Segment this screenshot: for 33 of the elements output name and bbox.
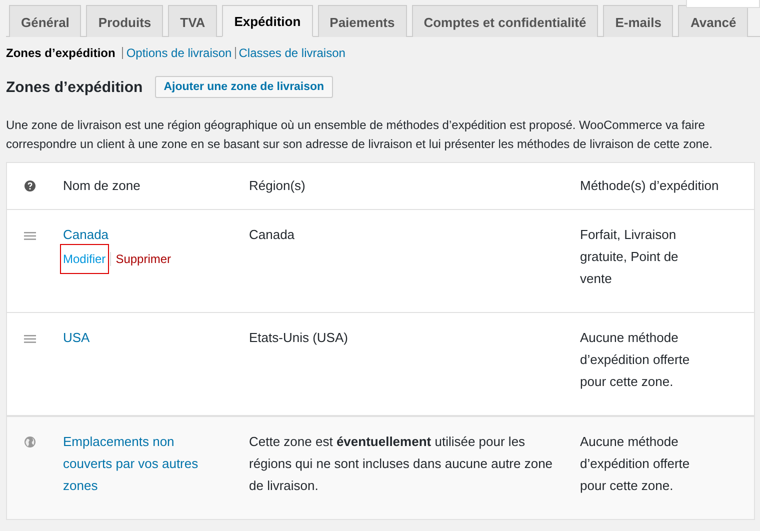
- description: Une zone de livraison est une région géographique où un ensemble de méthodes d’expédition est proposé. WooCommerce va faire correspondre un client à une zone en se basant sur son adresse de livraison et lui présenter les méthodes de livraison de cette zone.: [6, 117, 714, 153]
- methods-text: Forfait, Livraison gratuite, Point de vente: [580, 226, 680, 288]
- input-field[interactable]: [686, 0, 760, 8]
- zone-name-link[interactable]: Emplacements non couverts par vos autres zones: [63, 431, 205, 497]
- tab[interactable]: TVA: [168, 5, 218, 37]
- tab[interactable]: Expédition: [222, 5, 313, 37]
- tab[interactable]: Paiements: [318, 5, 407, 37]
- tab[interactable]: Avancé: [678, 5, 748, 37]
- tab[interactable]: Comptes et confidentialité: [412, 5, 598, 37]
- tab[interactable]: Produits: [86, 5, 164, 37]
- methods-text: Aucune méthode d’expédition offerte pour cette zone.: [580, 329, 691, 391]
- region-text: Canada: [249, 226, 296, 244]
- delete-link[interactable]: Supprimer: [114, 249, 172, 269]
- tab[interactable]: Général: [9, 5, 82, 37]
- region-text: Etats-Unis (USA): [249, 329, 349, 347]
- page-heading: Zones d’expédition: [6, 78, 143, 96]
- zone-name-link[interactable]: Canada: [63, 224, 205, 246]
- zone-name-link[interactable]: USA: [63, 327, 205, 349]
- tab[interactable]: E-mails: [603, 5, 674, 37]
- drag-handle-icon[interactable]: [24, 335, 36, 343]
- help-icon: [24, 180, 36, 192]
- add-zone-button[interactable]: Ajouter une zone de livraison: [154, 76, 334, 98]
- subnav-link[interactable]: Classes de livraison: [234, 47, 346, 59]
- column-header: Nom de zone: [63, 177, 142, 195]
- globe-icon: [24, 436, 36, 448]
- drag-handle-icon[interactable]: [24, 232, 36, 240]
- column-header: Méthode(s) d’expédition: [580, 177, 720, 195]
- subnav-link[interactable]: Zones d’expédition: [6, 46, 116, 60]
- subnav-link[interactable]: Options de livraison: [122, 47, 232, 59]
- column-header: Région(s): [249, 177, 306, 195]
- methods-text: Aucune méthode d’expédition offerte pour cette zone.: [580, 433, 691, 495]
- edit-link[interactable]: Modifier: [62, 246, 107, 272]
- region-text: Cette zone est éventuellement utilisée pour les régions qui ne sont incluses dans aucune autre zone de livraison.: [249, 433, 554, 495]
